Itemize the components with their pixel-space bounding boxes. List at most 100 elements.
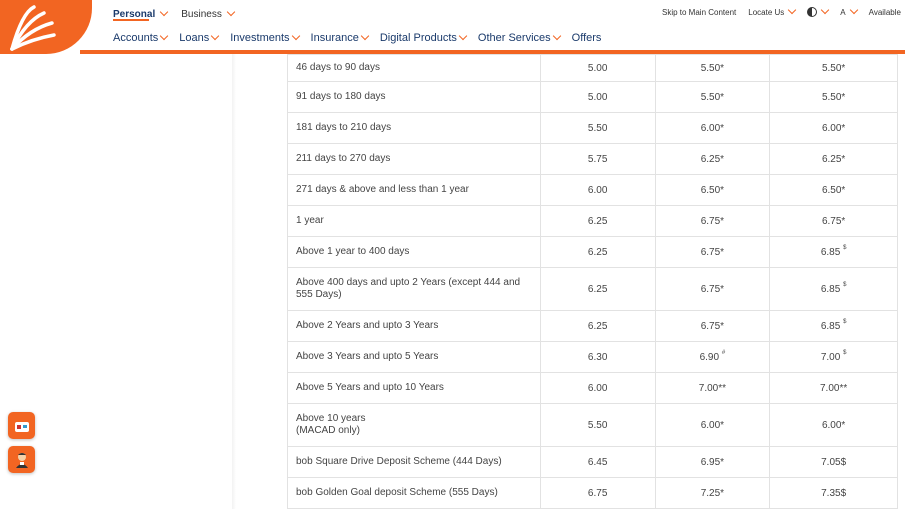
rate-value: 6.85 [820, 283, 841, 295]
tab-personal[interactable]: Personal [113, 7, 169, 20]
nav-label: Digital Products [379, 32, 457, 44]
rate-cell: 6.25* [769, 143, 898, 175]
rate-cell: 7.25* [654, 477, 771, 509]
chevron-down-icon [821, 5, 830, 15]
content-divider [232, 54, 236, 509]
rate-cell: 6.75* [654, 236, 771, 268]
chatbot-widget-button[interactable] [8, 446, 35, 473]
bank-logo[interactable] [0, 0, 92, 54]
footnote-marker: $ [843, 244, 847, 251]
period-cell: Above 400 days and upto 2 Years (except … [287, 267, 541, 311]
gift-icon [14, 421, 29, 432]
period-cell: bob Square Drive Deposit Scheme (444 Day… [287, 446, 541, 478]
footnote-marker: $ [843, 349, 847, 356]
rate-cell: 7.00** [769, 372, 898, 404]
table-row: 181 days to 210 days 5.50 6.00* 6.00* [287, 112, 898, 144]
nav-investments[interactable]: Investments [230, 31, 300, 44]
rate-cell: 5.75 [539, 143, 656, 175]
table-row: 211 days to 270 days 5.75 6.25* 6.25* [287, 143, 898, 175]
footnote-marker: $ [843, 318, 847, 325]
period-cell: 91 days to 180 days [287, 81, 541, 113]
nav-label: Investments [230, 32, 290, 44]
rate-cell: 5.50* [654, 81, 771, 113]
nav-label: Offers [571, 32, 602, 44]
rate-cell: 5.00 [539, 54, 656, 82]
chevron-down-icon [849, 5, 858, 15]
chevron-down-icon [226, 7, 236, 17]
rate-cell: 6.75* [654, 205, 771, 237]
footnote-marker: $ [843, 281, 847, 288]
rate-cell: 5.50* [654, 54, 771, 82]
rate-cell: 6.25 [539, 205, 656, 237]
rate-cell: 7.05$ [769, 446, 898, 478]
nav-other-services[interactable]: Other Services [477, 31, 561, 44]
period-cell: Above 1 year to 400 days [287, 236, 541, 268]
nav-digital-products[interactable]: Digital Products [379, 31, 468, 44]
nav-label: Insurance [310, 32, 359, 44]
nav-label: Other Services [477, 32, 551, 44]
rate-cell: 6.00* [654, 112, 771, 144]
rate-cell: 5.50* [769, 54, 898, 82]
chevron-down-icon [458, 31, 468, 41]
chevron-down-icon [552, 31, 561, 41]
rate-cell: 6.00* [654, 403, 771, 447]
table-row: 1 year 6.25 6.75* 6.75* [287, 205, 898, 237]
nav-accounts[interactable]: Accounts [113, 31, 169, 44]
rate-cell: 6.75* [654, 267, 771, 311]
nav-offers[interactable]: Offers [572, 32, 602, 44]
rate-cell: 6.75* [769, 205, 898, 237]
rate-value: 6.85 [820, 320, 841, 332]
rate-cell: 6.45 [539, 446, 656, 478]
rate-cell: 6.25 [539, 310, 656, 342]
table-row: bob Golden Goal deposit Scheme (555 Days… [287, 477, 898, 509]
rate-cell: 6.30 [539, 341, 656, 373]
locate-us-dropdown[interactable]: Locate Us [748, 5, 797, 17]
language-available-link[interactable]: Available [869, 8, 901, 17]
period-cell: Above 10 years (MACAD only) [287, 403, 541, 447]
font-size-label: A [840, 7, 846, 17]
table-row: Above 10 years (MACAD only) 5.50 6.00* 6… [287, 403, 898, 447]
tab-business[interactable]: Business [181, 7, 236, 20]
period-cell: 46 days to 90 days [287, 54, 541, 82]
rate-cell: 6.50* [769, 174, 898, 206]
rate-cell: 6.85 $ [769, 310, 898, 342]
rate-cell: 5.00 [539, 81, 656, 113]
active-tab-underline [113, 19, 149, 21]
utility-bar: Skip to Main Content Locate Us A Availab… [662, 5, 901, 17]
font-size-dropdown[interactable]: A [840, 5, 858, 17]
period-cell: Above 2 Years and upto 3 Years [287, 310, 541, 342]
period-cell: Above 3 Years and upto 5 Years [287, 341, 541, 373]
tab-business-label: Business [181, 8, 222, 20]
chevron-down-icon [788, 5, 797, 15]
chevron-down-icon [291, 31, 300, 41]
rate-value: 7.00 [820, 351, 841, 363]
table-row: Above 3 Years and upto 5 Years 6.30 6.90… [287, 341, 898, 373]
rate-cell: 6.75 [539, 477, 656, 509]
table-row: 91 days to 180 days 5.00 5.50* 5.50* [287, 81, 898, 113]
period-cell: Above 5 Years and upto 10 Years [287, 372, 541, 404]
rate-value: 6.90 [699, 351, 720, 363]
nav-insurance[interactable]: Insurance [310, 31, 370, 44]
chevron-down-icon [210, 31, 220, 41]
table-row: Above 400 days and upto 2 Years (except … [287, 267, 898, 311]
rate-cell: 6.85 $ [769, 236, 898, 268]
rate-cell: 6.90 # [654, 341, 771, 373]
period-cell: 181 days to 210 days [287, 112, 541, 144]
skip-to-main-link[interactable]: Skip to Main Content [662, 8, 736, 17]
footnote-marker: # [721, 349, 726, 356]
fd-interest-rate-table: 46 days to 90 days 5.00 5.50* 5.50* 91 d… [287, 54, 898, 509]
contrast-toggle[interactable] [807, 5, 830, 17]
chevron-down-icon [360, 31, 370, 41]
table-row: bob Square Drive Deposit Scheme (444 Day… [287, 446, 898, 478]
assistant-avatar-icon [15, 452, 28, 468]
nav-label: Loans [179, 32, 210, 44]
rate-cell: 6.25 [539, 267, 656, 311]
nav-loans[interactable]: Loans [179, 31, 220, 44]
offers-widget-button[interactable] [8, 412, 35, 439]
chevron-down-icon [160, 31, 169, 41]
period-cell: 271 days & above and less than 1 year [287, 174, 541, 206]
rate-cell: 6.25* [654, 143, 771, 175]
nav-label: Accounts [113, 32, 159, 44]
rate-value: 6.85 [820, 246, 841, 258]
rate-cell: 6.25 [539, 236, 656, 268]
